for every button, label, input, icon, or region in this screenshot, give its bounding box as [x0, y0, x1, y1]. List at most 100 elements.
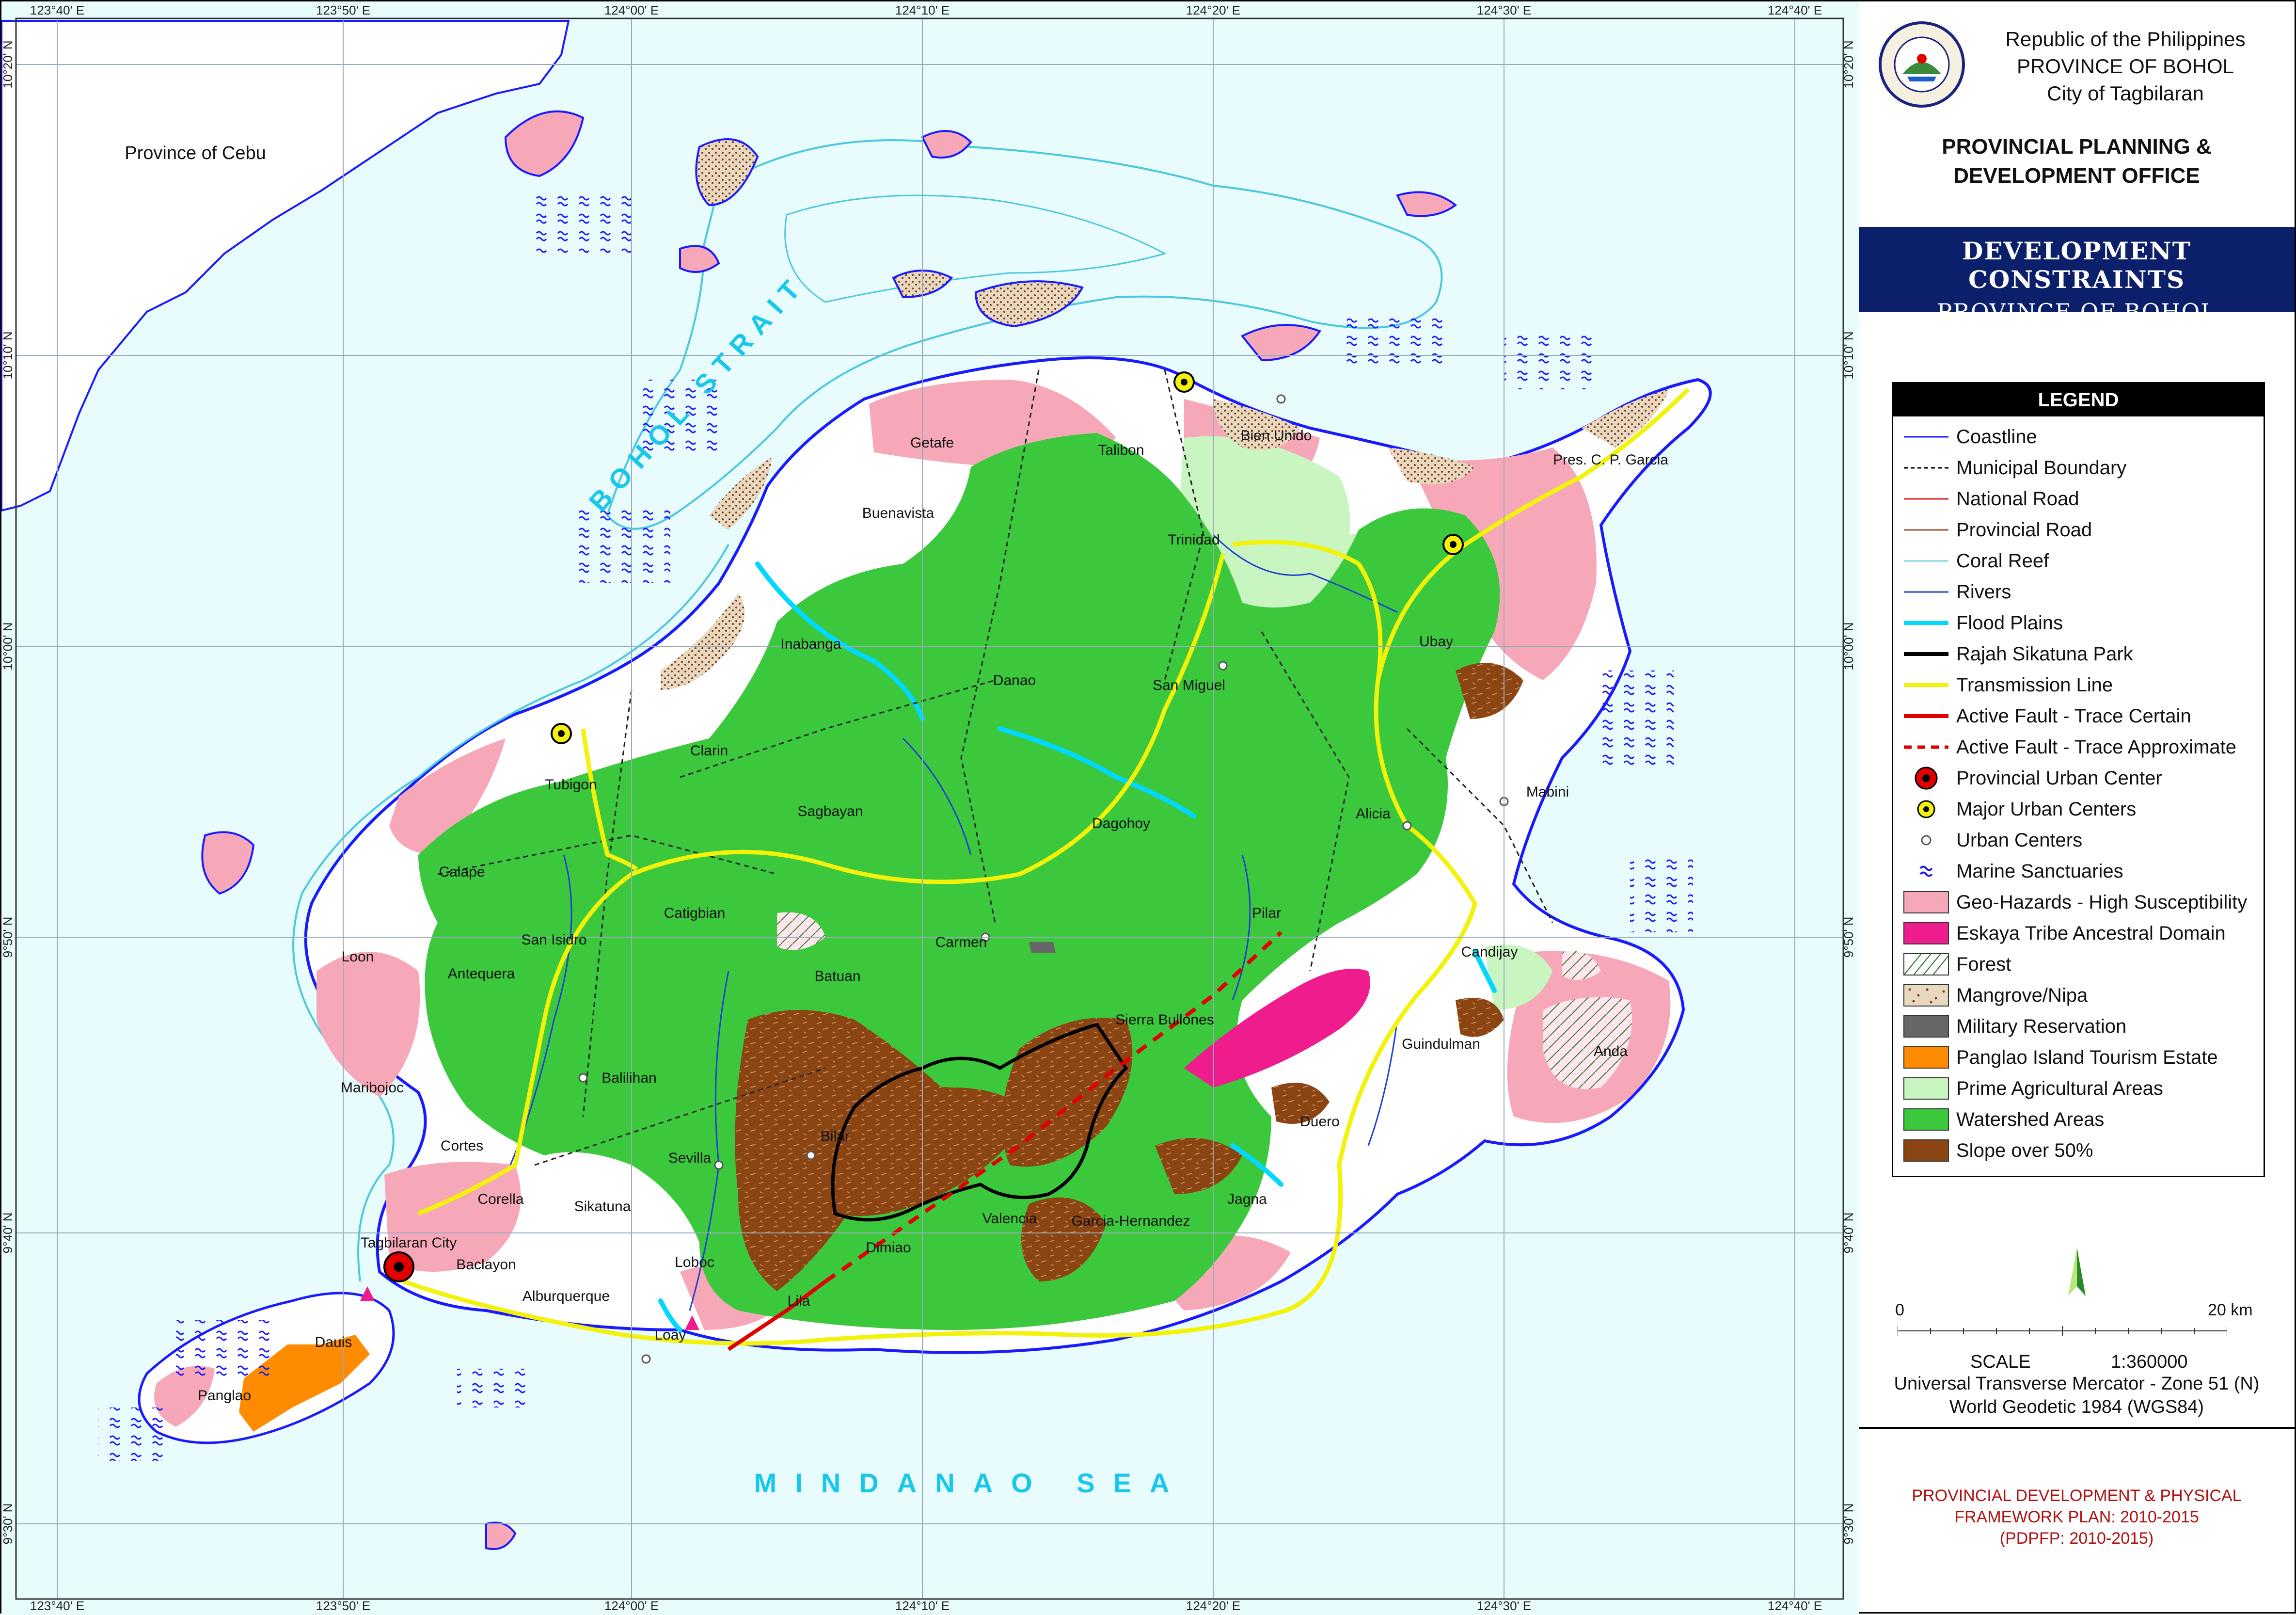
grid-left-label: 10°00' N — [1, 622, 15, 670]
republic-text: Republic of the Philippines — [2005, 28, 2246, 50]
town-label: Bien Unido — [1241, 428, 1312, 444]
legend-item: Urban Centers — [1893, 826, 2264, 857]
town-label: Carmen — [935, 934, 987, 950]
town-label: Batuan — [814, 968, 860, 984]
scale-ratio: 1:360000 — [2111, 1352, 2188, 1372]
town-label: Sierra Bullones — [1115, 1012, 1214, 1028]
legend-item-label: Rivers — [1956, 581, 2011, 603]
military-reservation — [1029, 942, 1056, 953]
legend-swatch-icon — [1903, 1015, 1949, 1038]
town-label: Tagbilaran City — [361, 1235, 457, 1251]
town-label: Cortes — [441, 1138, 483, 1154]
map-subtitle: PROVINCE OF BOHOL — [1937, 299, 2217, 325]
legend-item-label: Transmission Line — [1956, 674, 2113, 696]
republic-lines: Republic of the Philippines PROVINCE OF … — [1970, 26, 2280, 107]
legend-item: Transmission Line — [1893, 671, 2264, 702]
legend-item-label: Urban Centers — [1956, 830, 2083, 851]
town-label: Valencia — [982, 1211, 1037, 1227]
scale-end-label: 20 km — [2208, 1301, 2253, 1319]
province-seal-icon — [1879, 21, 1965, 108]
legend-item: Watershed Areas — [1893, 1105, 2264, 1136]
town-label: Trinidad — [1168, 532, 1219, 548]
legend-item: Forest — [1893, 950, 2264, 981]
grid-top-label: 124°20' E — [1186, 3, 1240, 17]
town-label: Buenavista — [862, 505, 934, 521]
legend-item: Slope over 50% — [1893, 1136, 2264, 1167]
grid-right-label: 9°30' N — [1841, 1503, 1856, 1545]
province-text: PROVINCE OF BOHOL — [2016, 55, 2234, 78]
town-label: Loon — [342, 949, 374, 965]
grid-right-label: 10°10' N — [1841, 331, 1856, 379]
legend-swatch-icon — [1903, 891, 1949, 913]
provincial-urban-center — [383, 1251, 414, 1282]
town-label: Pres. C. P. Garcia — [1553, 452, 1668, 468]
grid-bottom-label: 124°30' E — [1477, 1599, 1531, 1613]
legend-swatch-icon — [1903, 984, 1949, 1007]
legend-swatch-icon — [1904, 683, 1948, 687]
legend-item: Coral Reef — [1893, 546, 2264, 577]
town-label: Sikatuna — [574, 1199, 631, 1215]
grid-right-label: 10°00' N — [1841, 622, 1856, 670]
region-label-cebu: Province of Cebu — [125, 143, 266, 163]
legend-swatch-icon — [1904, 714, 1948, 718]
legend-swatch-icon — [1904, 436, 1948, 438]
legend-swatch-icon — [1903, 1139, 1949, 1162]
town-label: San Miguel — [1153, 677, 1225, 693]
grid-bottom-label: 124°40' E — [1768, 1599, 1822, 1613]
town-label: Calape — [439, 864, 485, 880]
grid-right-label: 9°50' N — [1841, 917, 1856, 958]
grid-top-label: 123°40' E — [30, 3, 84, 17]
legend-item: Major Urban Centers — [1893, 795, 2264, 826]
north-arrow-icon — [2068, 1247, 2086, 1296]
map-title: DEVELOPMENT CONSTRAINTS — [1962, 237, 2192, 294]
town-label: Getafe — [910, 435, 954, 451]
grid-bottom-label: 124°00' E — [604, 1599, 659, 1613]
grid-bottom-label: 123°50' E — [316, 1599, 370, 1613]
town-label: Dimiao — [866, 1240, 911, 1256]
map-canvas[interactable]: 123°40' E 123°50' E 124°00' E 124°10' E … — [1, 1, 1860, 1615]
legend-item-label: Mangrove/Nipa — [1956, 985, 2088, 1006]
legend-item: National Road — [1893, 484, 2264, 515]
legend-item: Municipal Boundary — [1893, 453, 2264, 484]
city-text: City of Tagbilaran — [2047, 82, 2204, 105]
grid-top-label: 123°50' E — [316, 3, 370, 17]
town-label: Catigbian — [664, 905, 726, 921]
legend-item: Provincial Urban Center — [1893, 764, 2264, 795]
town-label: Anda — [1594, 1043, 1628, 1059]
title-band: DEVELOPMENT CONSTRAINTS PROVINCE OF BOHO… — [1859, 227, 2295, 325]
pdpfp-footer: PROVINCIAL DEVELOPMENT & PHYSICAL FRAMEW… — [1859, 1485, 2295, 1549]
town-label: Corella — [477, 1191, 523, 1207]
town-label: Maribojoc — [341, 1080, 404, 1096]
legend-item-label: Slope over 50% — [1956, 1140, 2093, 1161]
grid-left-label: 9°40' N — [1, 1213, 15, 1254]
legend-item-label: Watershed Areas — [1956, 1109, 2105, 1130]
scale-bar — [1898, 1326, 2227, 1336]
legend-item: Marine Sanctuaries — [1893, 857, 2264, 888]
projection-text: Universal Transverse Mercator - Zone 51 … — [1894, 1374, 2260, 1394]
town-label: Pilar — [1252, 905, 1281, 921]
pdpfp-line-2: FRAMEWORK PLAN: 2010-2015 — [1954, 1508, 2199, 1526]
legend-item: Mangrove/Nipa — [1893, 981, 2264, 1012]
office-line-1: PROVINCIAL PLANNING & — [1942, 135, 2212, 159]
legend-title: LEGEND — [1893, 384, 2264, 416]
legend-swatch-icon — [1903, 922, 1949, 944]
grid-bottom-label: 124°20' E — [1186, 1599, 1240, 1613]
side-panel: Republic of the Philippines PROVINCE OF … — [1859, 0, 2296, 1614]
town-label: Dauis — [315, 1334, 352, 1350]
town-label: Guindulman — [1402, 1036, 1480, 1052]
town-label: Loay — [654, 1327, 686, 1343]
legend-item-label: National Road — [1956, 488, 2079, 510]
town-label: Dagohoy — [1092, 815, 1150, 831]
town-label: Alburquerque — [523, 1288, 610, 1304]
grid-right-label: 10°20' N — [1841, 40, 1856, 88]
town-label: Inabanga — [780, 636, 841, 652]
legend-item: Flood Plains — [1893, 608, 2264, 640]
grid-right-label: 9°40' N — [1841, 1213, 1856, 1254]
legend-swatch-icon — [1904, 745, 1948, 749]
town-label: Sagbayan — [797, 803, 863, 819]
legend-swatch-icon — [1904, 498, 1948, 500]
town-label: Duero — [1300, 1114, 1340, 1130]
legend-item-label: Active Fault - Trace Approximate — [1956, 736, 2237, 758]
legend-swatch-icon — [1904, 591, 1948, 593]
town-label: Danao — [993, 672, 1036, 688]
